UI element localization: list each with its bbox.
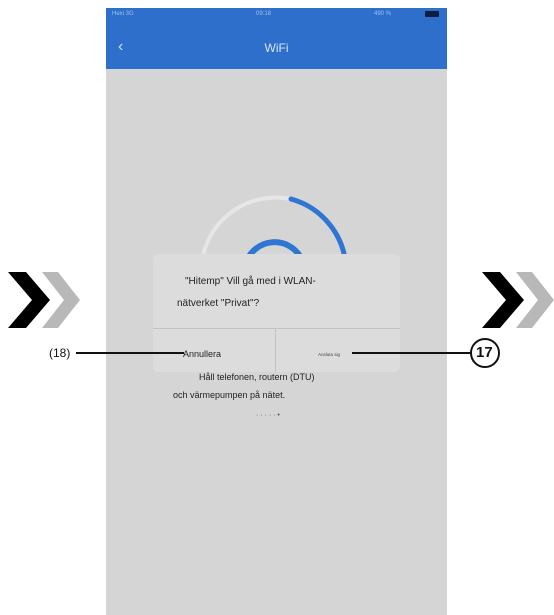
cancel-button[interactable]: Annullera — [183, 349, 221, 359]
battery-icon — [425, 11, 439, 17]
dialog-divider — [153, 328, 400, 329]
dialog-message-line2: nätverket "Privat"? — [177, 298, 260, 309]
dialog-message-line1: "Hitemp" Vill gå med i WLAN- — [185, 276, 316, 287]
dialog-button-divider — [275, 328, 276, 372]
hint-line1: Håll telefonen, routern (DTU) — [199, 372, 315, 382]
double-chevron-left-side-icon — [8, 272, 80, 328]
status-bar: Hexi 3G 09:18 490 % — [106, 8, 447, 22]
carrier-label: Hexi 3G — [112, 11, 134, 17]
hint-line2: och värmepumpen på nätet. — [173, 390, 286, 400]
progress-dots: · · · · · • — [256, 412, 280, 419]
nav-bar: ‹ WiFi — [106, 22, 447, 69]
battery-label: 490 % — [374, 11, 392, 17]
callout-left-label: (18) — [49, 346, 71, 360]
double-chevron-right-side-icon — [482, 272, 554, 328]
page-title: WiFi — [264, 41, 289, 55]
clock-label: 09:18 — [256, 11, 272, 17]
callout-right-label: 17 — [476, 344, 493, 361]
wifi-join-dialog: "Hitemp" Vill gå med i WLAN- nätverket "… — [153, 254, 400, 372]
callout-left-line — [76, 352, 184, 354]
phone-screen: Hexi 3G 09:18 490 % ‹ WiFi "Hitemp" Vill… — [106, 8, 447, 615]
callout-right-line — [352, 352, 472, 354]
connect-button[interactable]: Ansluta sig — [318, 352, 340, 357]
